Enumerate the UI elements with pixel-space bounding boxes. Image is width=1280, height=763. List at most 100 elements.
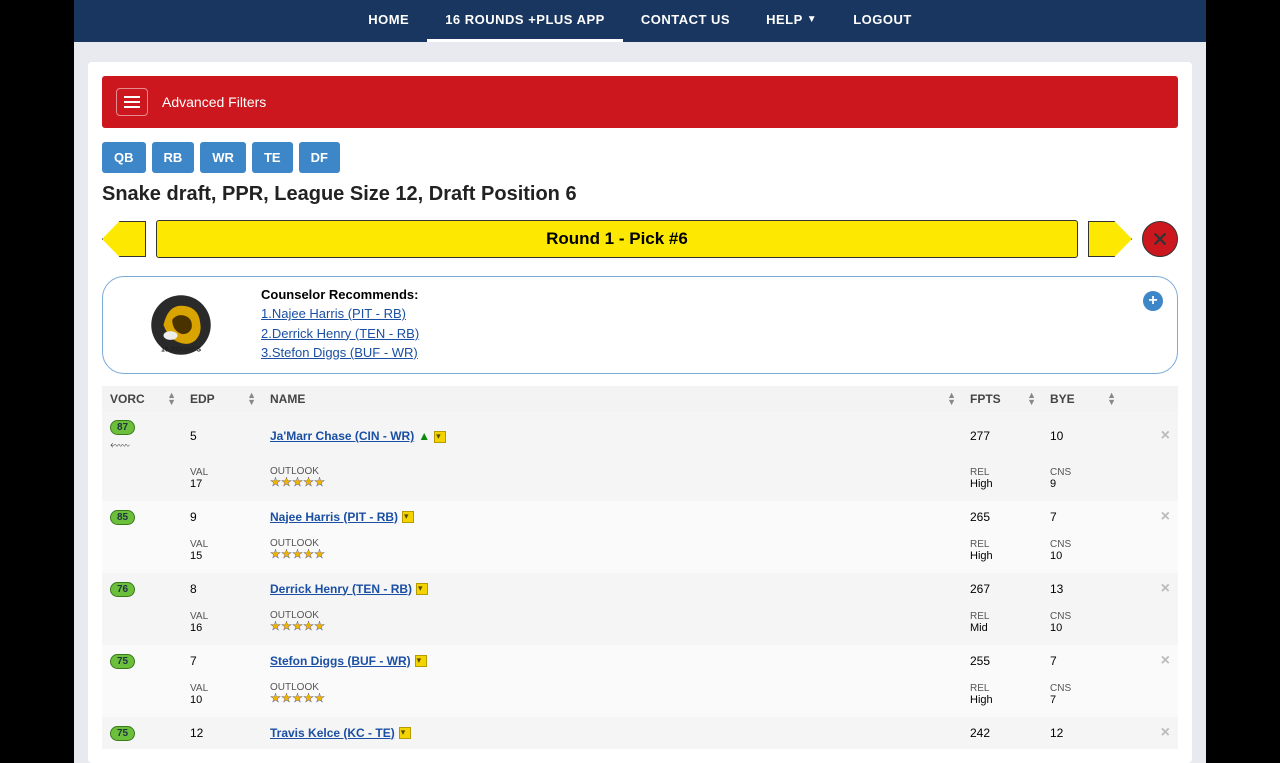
edp-value: 9 (182, 501, 262, 533)
pos-df-button[interactable]: DF (299, 142, 340, 173)
vorc-badge: 76 (110, 582, 135, 597)
star-icon (303, 549, 314, 560)
recommendation-text: Counselor Recommends: 1.Najee Harris (PI… (261, 287, 419, 363)
remove-player-button[interactable]: × (1161, 652, 1170, 669)
remove-player-button[interactable]: × (1161, 508, 1170, 525)
note-icon[interactable] (416, 583, 428, 595)
val-label: VAL (190, 539, 208, 550)
vorc-badge: 87 (110, 420, 135, 435)
star-icon (270, 477, 281, 488)
player-link[interactable]: Ja'Marr Chase (CIN - WR) (270, 429, 414, 443)
player-link[interactable]: Stefon Diggs (BUF - WR) (270, 654, 411, 668)
pos-wr-button[interactable]: WR (200, 142, 246, 173)
col-edp[interactable]: EDP▲▼ (182, 386, 262, 412)
prev-pick-button[interactable] (102, 221, 146, 257)
rel-value: High (970, 478, 993, 490)
filter-bar: Advanced Filters (102, 76, 1178, 128)
outlook-stars (270, 693, 325, 704)
pos-te-button[interactable]: TE (252, 142, 293, 173)
draft-settings-title: Snake draft, PPR, League Size 12, Draft … (102, 183, 1178, 206)
cns-label: CNS (1050, 611, 1071, 622)
col-actions (1122, 386, 1178, 412)
remove-player-button[interactable]: × (1161, 580, 1170, 597)
recommend-link-1[interactable]: 1.Najee Harris (PIT - RB) (261, 304, 419, 324)
svg-text:16 ROUNDS: 16 ROUNDS (161, 346, 201, 353)
expand-recommend-button[interactable] (1143, 291, 1163, 311)
star-icon (270, 693, 281, 704)
star-icon (270, 549, 281, 560)
main-panel: Advanced Filters QB RB WR TE DF Snake dr… (88, 62, 1192, 763)
star-icon (292, 621, 303, 632)
next-pick-button[interactable] (1088, 221, 1132, 257)
table-row-detail: VAL15OUTLOOKRELHighCNS10 (102, 533, 1178, 573)
val-value: 10 (190, 694, 202, 706)
nav-home[interactable]: HOME (350, 0, 427, 42)
filter-label: Advanced Filters (162, 94, 266, 110)
player-link[interactable]: Travis Kelce (KC - TE) (270, 726, 395, 740)
nav-logout[interactable]: LOGOUT (835, 0, 930, 42)
brand-logo: 16 ROUNDS (121, 288, 241, 362)
star-icon (314, 621, 325, 632)
star-icon (292, 477, 303, 488)
nav-contact[interactable]: CONTACT US (623, 0, 748, 42)
sort-icon: ▲▼ (1107, 392, 1116, 406)
rel-label: REL (970, 611, 989, 622)
outlook-stars (270, 621, 325, 632)
pos-rb-button[interactable]: RB (152, 142, 195, 173)
cns-value: 7 (1050, 694, 1056, 706)
rel-value: Mid (970, 622, 988, 634)
star-icon (292, 549, 303, 560)
val-value: 15 (190, 550, 202, 562)
recommend-link-3[interactable]: 3.Stefon Diggs (BUF - WR) (261, 343, 419, 363)
val-label: VAL (190, 683, 208, 694)
vorc-badge: 75 (110, 726, 135, 741)
pos-qb-button[interactable]: QB (102, 142, 146, 173)
note-icon[interactable] (399, 727, 411, 739)
col-name[interactable]: NAME▲▼ (262, 386, 962, 412)
star-icon (281, 621, 292, 632)
star-icon (314, 549, 325, 560)
navbar: HOME 16 ROUNDS +PLUS APP CONTACT US HELP… (74, 0, 1206, 42)
note-icon[interactable] (415, 655, 427, 667)
bye-value: 13 (1042, 573, 1122, 605)
val-label: VAL (190, 467, 208, 478)
table-row-detail: VAL16OUTLOOKRELMidCNS10 (102, 605, 1178, 645)
table-row-detail: VAL17OUTLOOKRELHighCNS9 (102, 461, 1178, 501)
outlook-label: OUTLOOK (270, 466, 319, 477)
star-icon (270, 621, 281, 632)
remove-player-button[interactable]: × (1161, 427, 1170, 444)
filter-toggle-button[interactable] (116, 88, 148, 116)
remove-player-button[interactable]: × (1161, 724, 1170, 741)
note-icon[interactable] (434, 431, 446, 443)
recommendation-box: 16 ROUNDS Counselor Recommends: 1.Najee … (102, 276, 1178, 374)
nav-app[interactable]: 16 ROUNDS +PLUS APP (427, 0, 623, 42)
col-fpts[interactable]: FPTS▲▼ (962, 386, 1042, 412)
note-icon[interactable] (402, 511, 414, 523)
table-row: 757Stefon Diggs (BUF - WR)2557× (102, 645, 1178, 677)
fpts-value: 277 (962, 412, 1042, 461)
cns-label: CNS (1050, 467, 1071, 478)
col-bye[interactable]: BYE▲▼ (1042, 386, 1122, 412)
recommend-link-2[interactable]: 2.Derrick Henry (TEN - RB) (261, 324, 419, 344)
nav-help[interactable]: HELP ▼ (748, 0, 835, 42)
star-icon (292, 693, 303, 704)
edp-value: 8 (182, 573, 262, 605)
col-vorc[interactable]: VORC▲▼ (102, 386, 182, 412)
player-link[interactable]: Najee Harris (PIT - RB) (270, 510, 398, 524)
val-label: VAL (190, 611, 208, 622)
close-button[interactable] (1142, 221, 1178, 257)
fpts-value: 265 (962, 501, 1042, 533)
round-pick-label: Round 1 - Pick #6 (156, 220, 1078, 258)
star-icon (281, 693, 292, 704)
bye-value: 7 (1042, 501, 1122, 533)
sort-icon: ▲▼ (1027, 392, 1036, 406)
player-link[interactable]: Derrick Henry (TEN - RB) (270, 582, 412, 596)
nav-help-label: HELP (766, 12, 803, 27)
cns-value: 10 (1050, 622, 1062, 634)
sort-icon: ▲▼ (247, 392, 256, 406)
lion-logo-icon: 16 ROUNDS (146, 287, 216, 363)
outlook-stars (270, 549, 325, 560)
fpts-value: 267 (962, 573, 1042, 605)
outlook-stars (270, 477, 325, 488)
fpts-value: 255 (962, 645, 1042, 677)
